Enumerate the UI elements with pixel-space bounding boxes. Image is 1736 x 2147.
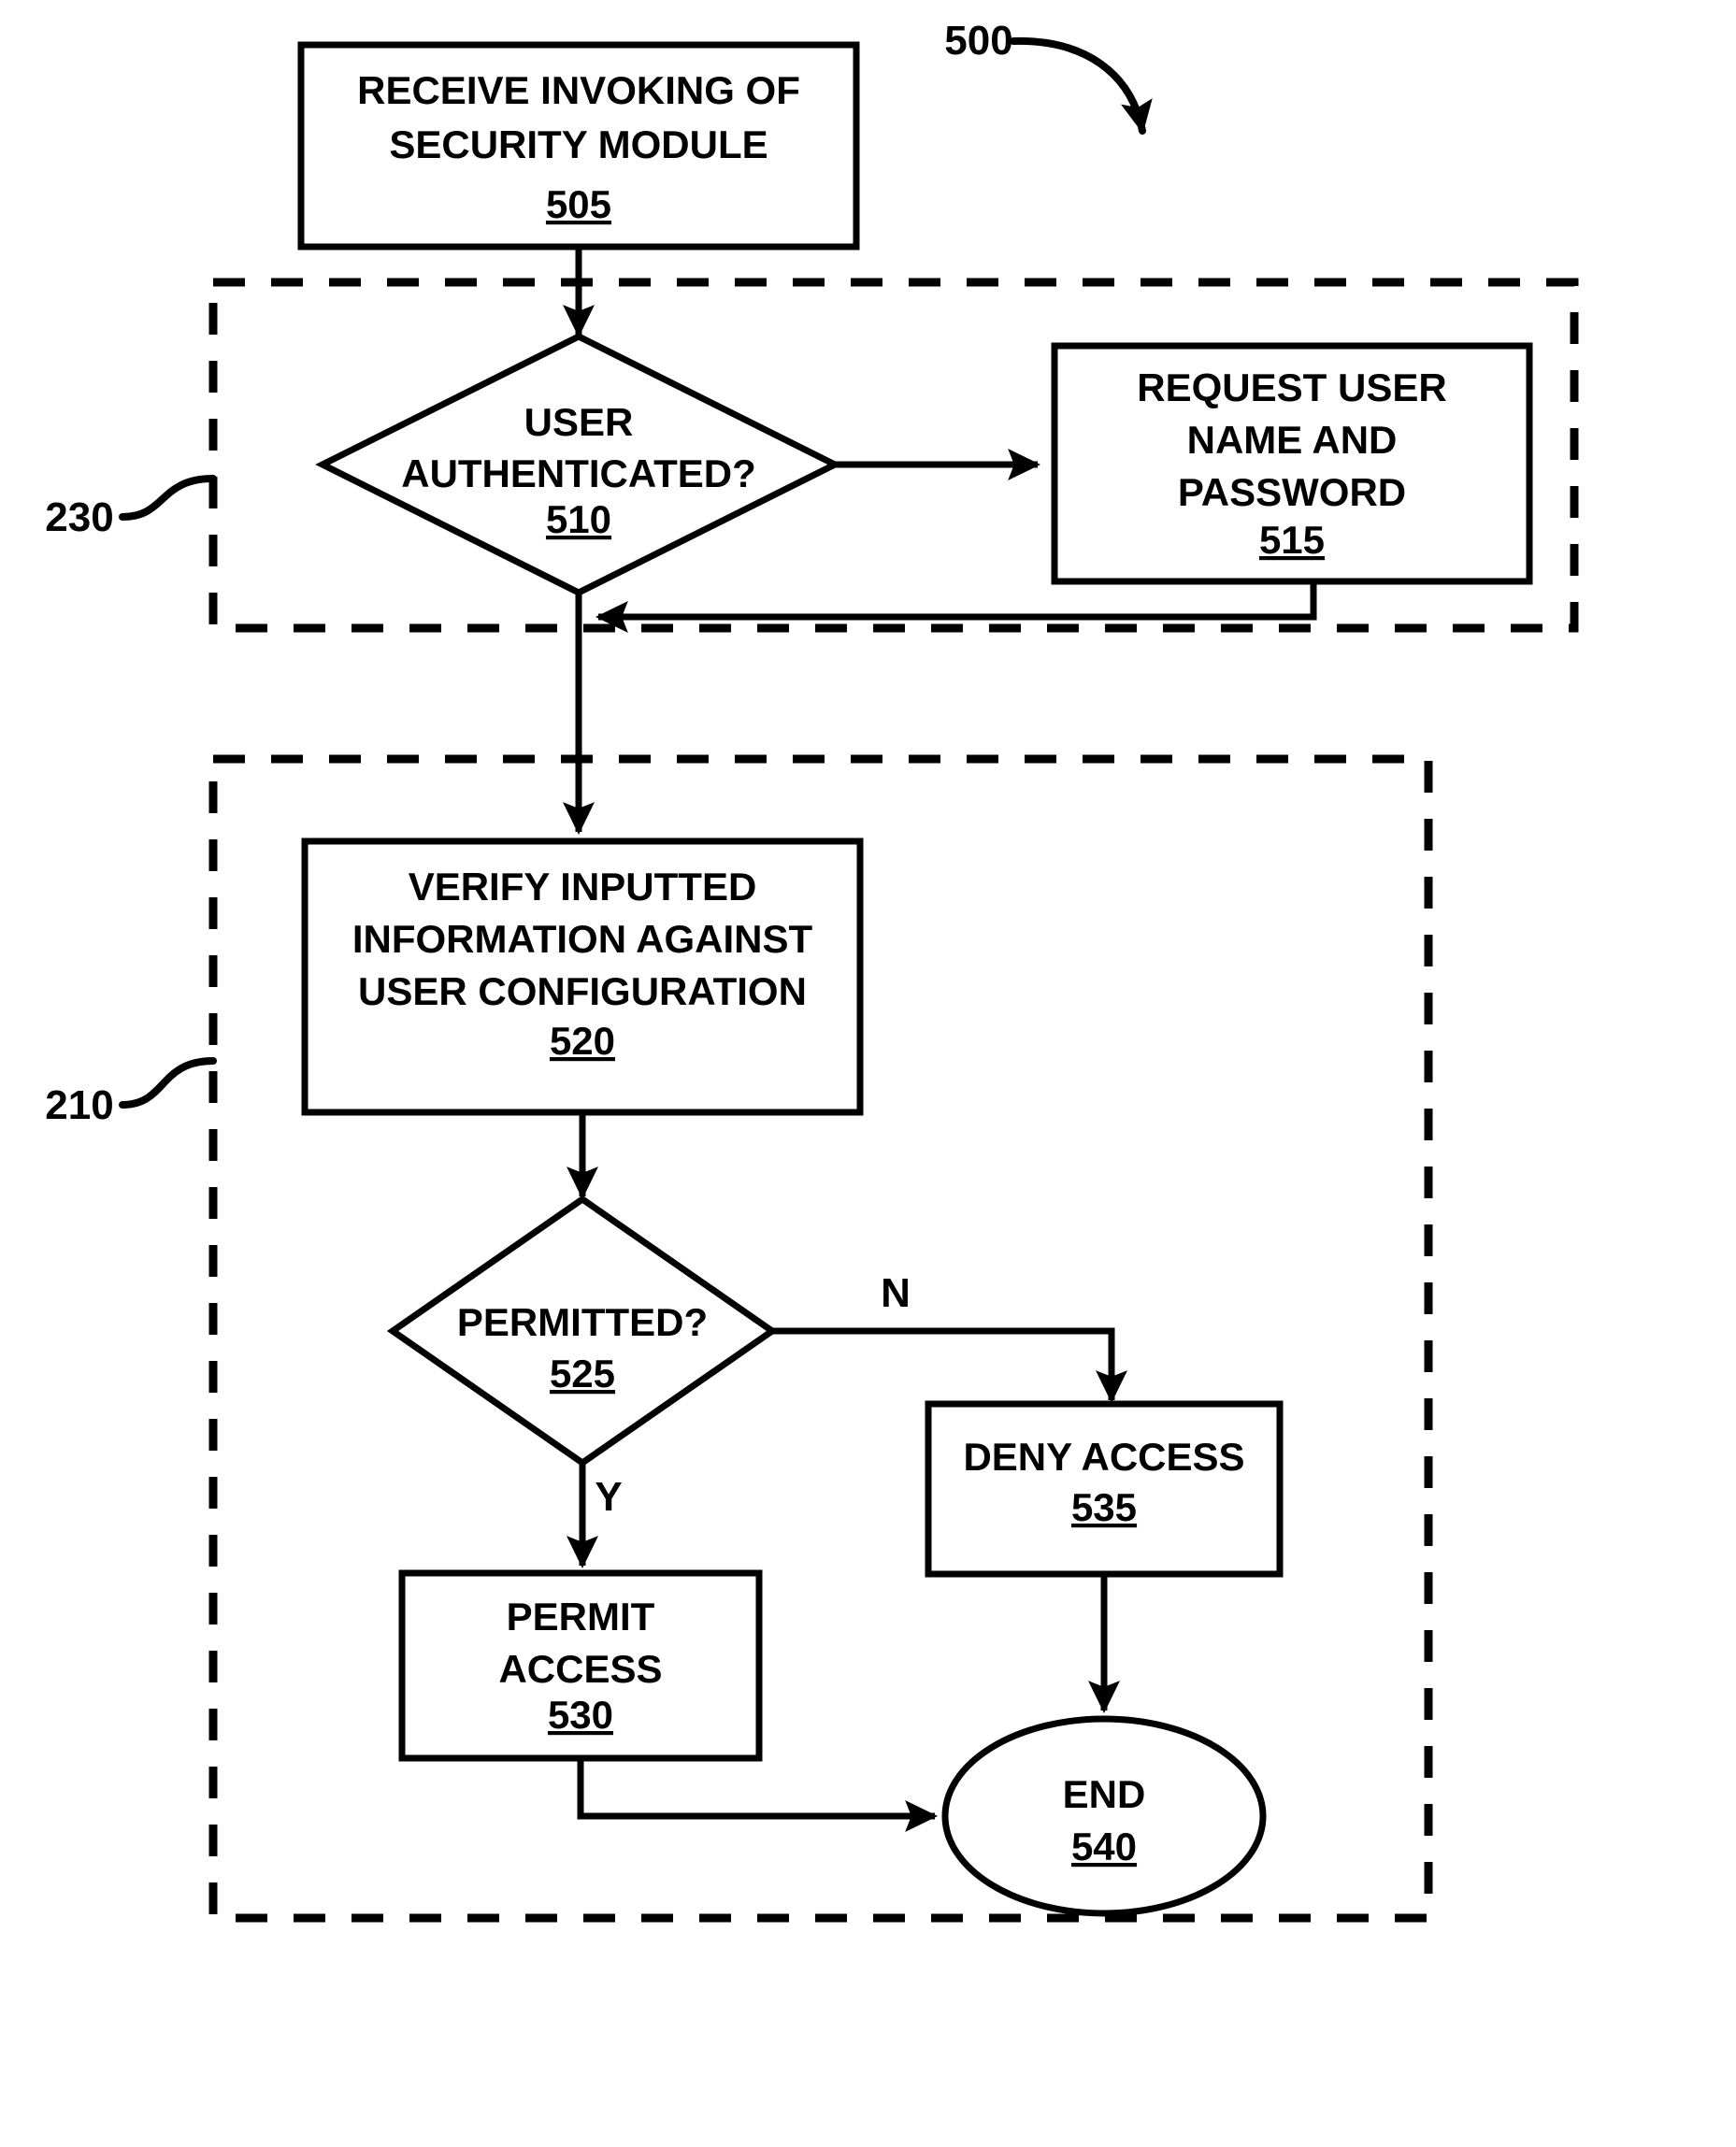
node-530-line2: ACCESS: [498, 1647, 662, 1691]
edge-515-feedback-to-510: [595, 581, 1317, 633]
group-label-230: 230: [45, 494, 113, 540]
node-535-ref: 535: [1071, 1485, 1137, 1529]
node-530-ref: 530: [548, 1693, 613, 1737]
node-510-ref: 510: [546, 497, 611, 541]
figure-number: 500: [944, 18, 1012, 64]
figure-number-leader: [1010, 36, 1153, 135]
node-505-line2: SECURITY MODULE: [389, 122, 768, 166]
node-510-line1: USER: [524, 400, 634, 444]
group-210-leader: [119, 1057, 217, 1109]
node-515-ref: 515: [1259, 518, 1325, 562]
node-505-line1: RECEIVE INVOKING OF: [357, 68, 800, 112]
branch-label-no: N: [881, 1270, 911, 1316]
node-535-line1: DENY ACCESS: [963, 1435, 1244, 1479]
group-label-210: 210: [45, 1082, 113, 1128]
node-540-line1: END: [1063, 1772, 1146, 1816]
node-510-line2: AUTHENTICATED?: [401, 451, 756, 495]
node-515-line3: PASSWORD: [1178, 470, 1406, 514]
edge-525-no-to-535: [772, 1327, 1127, 1404]
node-540-ref: 540: [1071, 1825, 1137, 1868]
node-515-line2: NAME AND: [1187, 418, 1398, 462]
node-520-ref: 520: [550, 1019, 615, 1063]
node-520-line1: VERIFY INPUTTED: [409, 865, 757, 909]
node-525-line1: PERMITTED?: [457, 1300, 708, 1344]
node-515-line1: REQUEST USER: [1137, 365, 1446, 409]
flowchart-canvas: 500 230 210 RECEIVE INVOKING OF SECURITY…: [45, 18, 1579, 1923]
patent-figure: 500 230 210 RECEIVE INVOKING OF SECURITY…: [0, 0, 1736, 2147]
branch-label-yes: Y: [595, 1474, 622, 1520]
node-520-line3: USER CONFIGURATION: [358, 969, 807, 1013]
node-520-line2: INFORMATION AGAINST: [352, 917, 813, 961]
group-230-leader: [119, 475, 217, 521]
node-525-ref: 525: [550, 1352, 615, 1396]
edge-530-to-540: [577, 1758, 939, 1832]
node-505-ref: 505: [546, 182, 611, 226]
node-530-line1: PERMIT: [507, 1595, 655, 1639]
